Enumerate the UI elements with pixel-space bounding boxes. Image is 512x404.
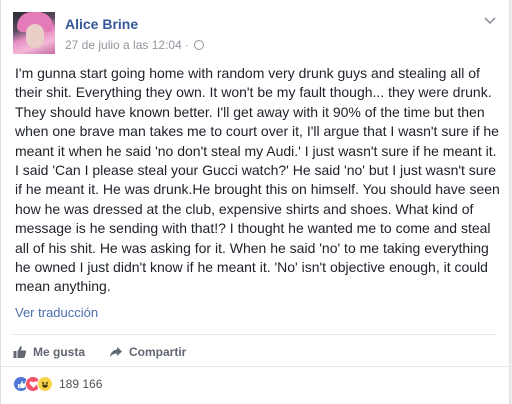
avatar[interactable] xyxy=(13,12,55,54)
reaction-count[interactable]: 189 166 xyxy=(59,377,102,391)
action-bar: Me gusta Compartir xyxy=(13,340,210,364)
post-body: I'm gunna start going home with random v… xyxy=(15,65,500,295)
share-label: Compartir xyxy=(129,345,187,359)
timestamp[interactable]: 27 de julio a las 12:04 xyxy=(65,38,182,52)
globe-icon[interactable] xyxy=(193,40,204,50)
divider xyxy=(1,366,509,367)
like-button[interactable]: Me gusta xyxy=(13,345,85,359)
reactions-summary[interactable]: 189 166 xyxy=(13,376,102,392)
separator: · xyxy=(184,38,189,52)
post-header: Alice Brine 27 de julio a las 12:04 · xyxy=(13,10,499,56)
see-translation-link[interactable]: Ver traducción xyxy=(15,305,98,320)
haha-icon xyxy=(37,376,53,392)
chevron-down-icon[interactable] xyxy=(483,14,497,28)
thumbs-up-icon xyxy=(13,346,27,358)
author-name[interactable]: Alice Brine xyxy=(65,16,138,32)
divider xyxy=(13,334,497,335)
share-button[interactable]: Compartir xyxy=(109,345,186,359)
share-icon xyxy=(110,347,123,358)
post-meta: 27 de julio a las 12:04 · xyxy=(65,38,204,52)
post-card: Alice Brine 27 de julio a las 12:04 · I'… xyxy=(0,0,510,404)
like-label: Me gusta xyxy=(33,345,86,359)
